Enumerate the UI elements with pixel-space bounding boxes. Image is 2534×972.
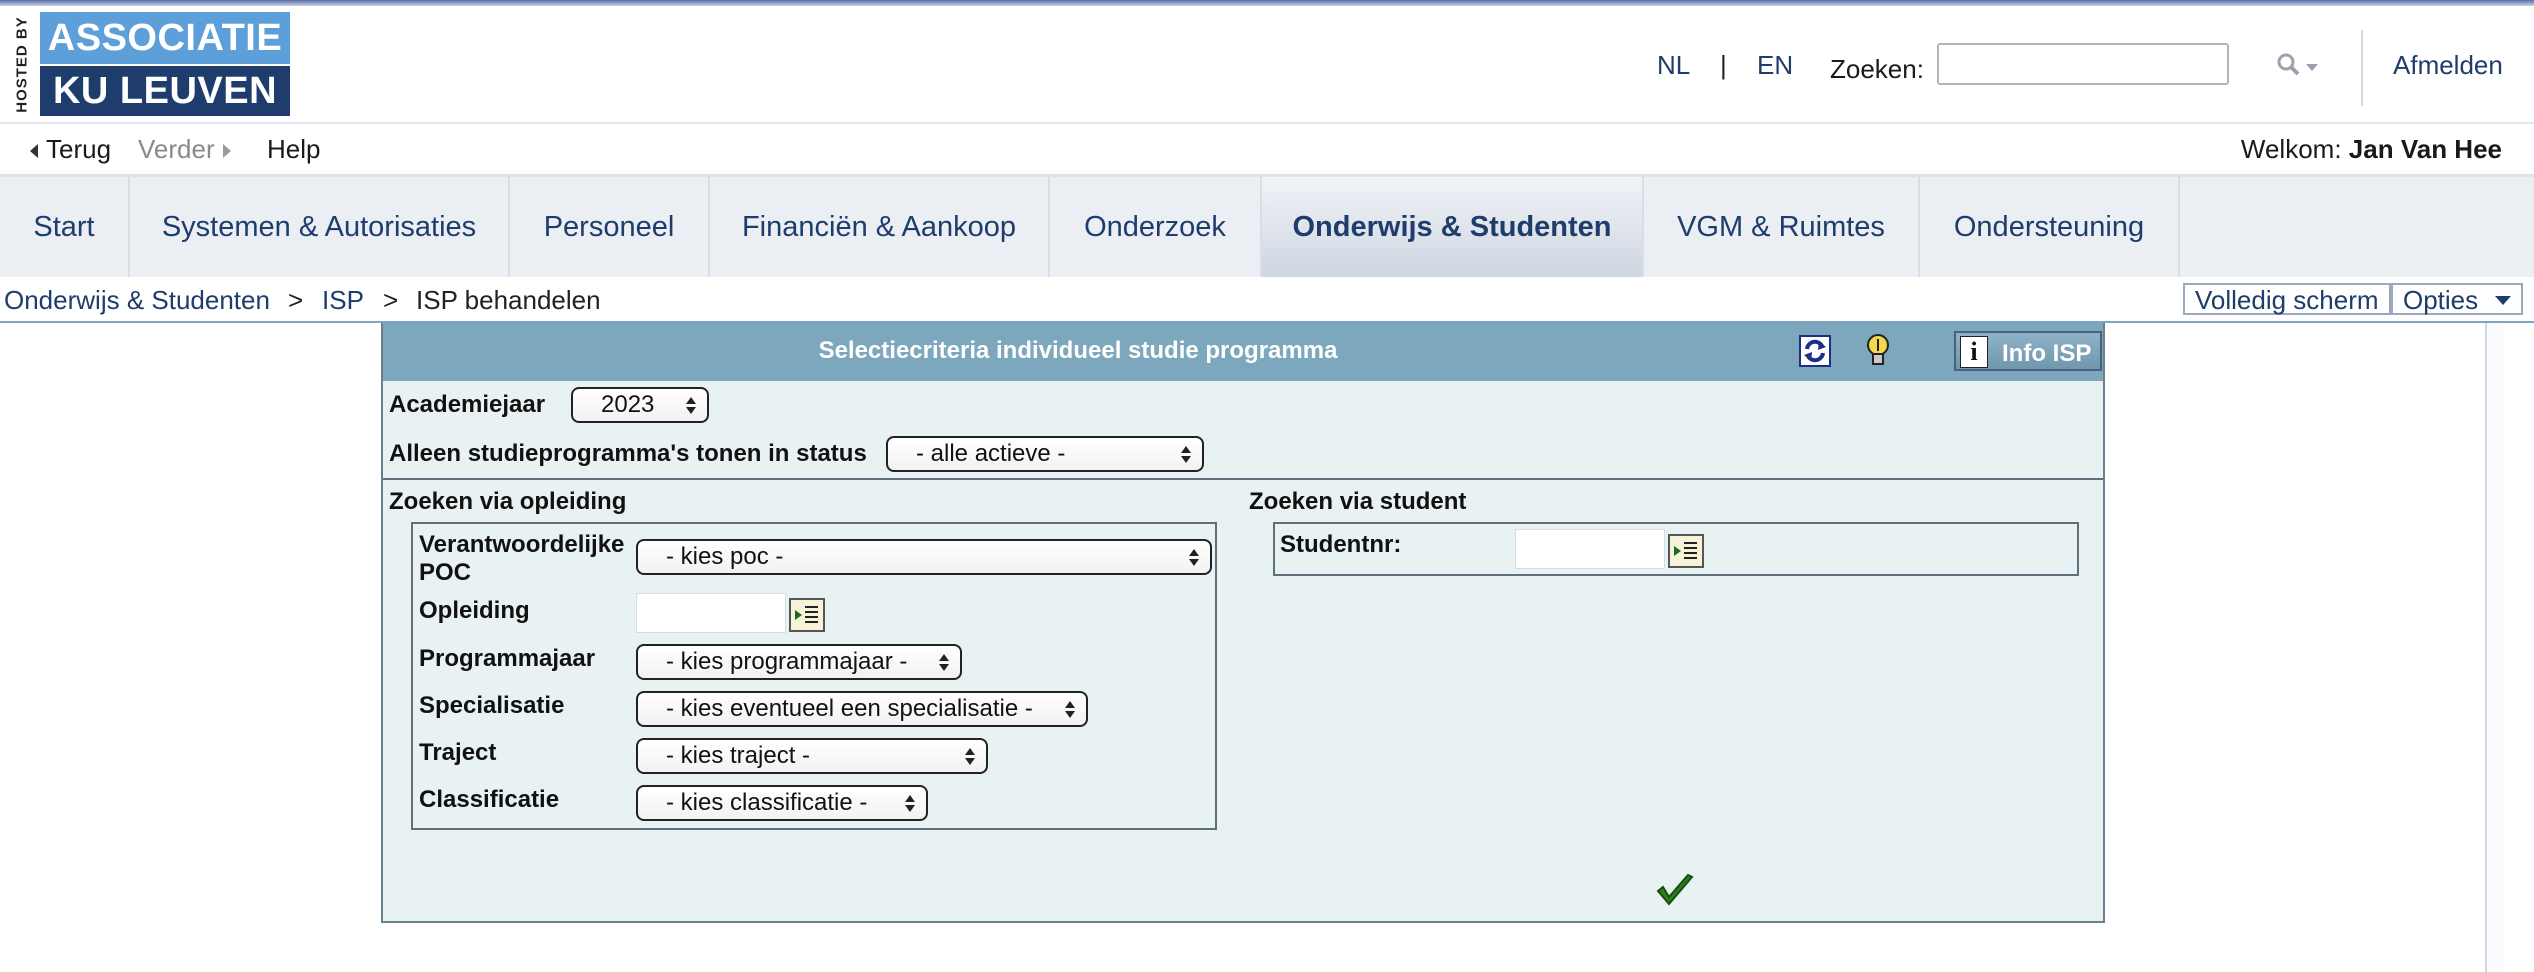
panel-header: Selectiecriteria individueel studie prog… bbox=[383, 323, 2103, 381]
classificatie-select[interactable]: - kies classificatie - bbox=[636, 785, 928, 821]
opleiding-input[interactable] bbox=[636, 593, 786, 633]
programmajaar-select[interactable]: - kies programmajaar - bbox=[636, 644, 962, 680]
traject-value: - kies traject - bbox=[666, 742, 811, 769]
search-input[interactable] bbox=[1937, 43, 2229, 85]
lightbulb-icon[interactable] bbox=[1863, 331, 1893, 371]
tab-onderzoek[interactable]: Onderzoek bbox=[1050, 177, 1262, 277]
forward-label: Verder bbox=[138, 134, 215, 164]
studentnr-lookup-button[interactable] bbox=[1668, 534, 1704, 568]
lang-en-link[interactable]: EN bbox=[1757, 50, 1793, 81]
academiejaar-value: 2023 bbox=[601, 391, 655, 418]
studentnr-input[interactable] bbox=[1515, 529, 1665, 569]
page-header: HOSTED BY ASSOCIATIE KU LEUVEN NL | EN Z… bbox=[0, 6, 2534, 124]
academiejaar-label: Academiejaar bbox=[389, 391, 546, 418]
breadcrumb: Onderwijs & Studenten > ISP > ISP behand… bbox=[0, 277, 2534, 323]
refresh-icon[interactable] bbox=[1797, 333, 1833, 369]
breadcrumb-item-onderwijs[interactable]: Onderwijs & Studenten bbox=[4, 285, 270, 316]
breadcrumb-separator: > bbox=[383, 285, 399, 315]
tab-financien-aankoop[interactable]: Financiën & Aankoop bbox=[710, 177, 1050, 277]
traject-label: Traject bbox=[419, 739, 497, 766]
logout-link[interactable]: Afmelden bbox=[2393, 50, 2503, 81]
opleiding-lookup-button[interactable] bbox=[789, 598, 825, 632]
status-label: Alleen studieprogramma's tonen in status bbox=[389, 440, 867, 467]
checkmark-icon[interactable] bbox=[1655, 873, 1695, 909]
status-value: - alle actieve - bbox=[916, 440, 1066, 467]
poc-label-line-1: Verantwoordelijke bbox=[419, 531, 625, 558]
info-icon: i bbox=[1960, 336, 1988, 368]
options-label: Opties bbox=[2403, 285, 2479, 315]
hosted-by-text: HOSTED BY bbox=[13, 16, 31, 113]
poc-label: Verantwoordelijke POC bbox=[419, 531, 624, 587]
specialisatie-label: Specialisatie bbox=[419, 692, 565, 719]
academiejaar-select[interactable]: 2023 bbox=[571, 387, 709, 423]
poc-value: - kies poc - bbox=[666, 543, 784, 570]
tab-personeel[interactable]: Personeel bbox=[510, 177, 710, 277]
main-tabs: Start Systemen & Autorisaties Personeel … bbox=[0, 177, 2534, 277]
breadcrumb-item-isp[interactable]: ISP bbox=[322, 285, 364, 316]
tab-systemen-autorisaties[interactable]: Systemen & Autorisaties bbox=[130, 177, 510, 277]
student-section-title: Zoeken via student bbox=[1249, 488, 1467, 515]
select-arrows-icon bbox=[938, 648, 950, 676]
classificatie-value: - kies classificatie - bbox=[666, 789, 868, 816]
poc-select[interactable]: - kies poc - bbox=[636, 539, 1212, 575]
logo-line-1: ASSOCIATIE bbox=[40, 12, 290, 64]
forward-arrow-icon bbox=[222, 144, 231, 159]
select-arrows-icon bbox=[964, 742, 976, 770]
back-label: Terug bbox=[46, 134, 112, 164]
select-arrows-icon bbox=[1180, 440, 1192, 468]
fullscreen-button[interactable]: Volledig scherm bbox=[2183, 283, 2391, 315]
traject-select[interactable]: - kies traject - bbox=[636, 738, 988, 774]
tab-onderwijs-studenten[interactable]: Onderwijs & Studenten bbox=[1262, 177, 1644, 277]
tab-vgm-ruimtes[interactable]: VGM & Ruimtes bbox=[1644, 177, 1920, 277]
status-select[interactable]: - alle actieve - bbox=[886, 436, 1204, 472]
kuleuven-logo[interactable]: ASSOCIATIE KU LEUVEN bbox=[40, 12, 290, 116]
select-arrows-icon bbox=[1064, 695, 1076, 723]
lookup-list-icon bbox=[1674, 542, 1697, 559]
select-arrows-icon bbox=[904, 789, 916, 817]
logo-line-2: KU LEUVEN bbox=[40, 66, 290, 116]
lookup-list-icon bbox=[795, 606, 818, 623]
info-isp-button[interactable]: i Info ISP bbox=[1954, 331, 2102, 371]
back-button[interactable]: Terug bbox=[28, 134, 111, 165]
back-arrow-icon bbox=[30, 144, 38, 159]
lang-nl-link[interactable]: NL bbox=[1657, 50, 1690, 81]
tab-ondersteuning[interactable]: Ondersteuning bbox=[1920, 177, 2180, 277]
section-divider bbox=[383, 478, 2103, 480]
user-name: Jan Van Hee bbox=[2348, 134, 2502, 164]
breadcrumb-separator: > bbox=[288, 285, 304, 315]
vertical-scrollbar[interactable] bbox=[2485, 323, 2505, 972]
help-link[interactable]: Help bbox=[267, 134, 320, 165]
header-divider bbox=[2361, 30, 2363, 106]
classificatie-label: Classificatie bbox=[419, 786, 560, 813]
welcome-message: Welkom: Jan Van Hee bbox=[2241, 134, 2502, 165]
breadcrumb-item-current: ISP behandelen bbox=[416, 285, 601, 315]
search-icon[interactable] bbox=[2276, 52, 2318, 80]
forward-button[interactable]: Verder bbox=[138, 134, 233, 165]
studentnr-label: Studentnr: bbox=[1280, 531, 1402, 558]
poc-label-line-2: POC bbox=[419, 559, 472, 586]
history-bar: Terug Verder Help Welkom: Jan Van Hee bbox=[0, 124, 2534, 177]
select-arrows-icon bbox=[1188, 543, 1200, 571]
lang-separator: | bbox=[1720, 50, 1727, 80]
selection-panel: Selectiecriteria individueel studie prog… bbox=[381, 323, 2105, 923]
specialisatie-select[interactable]: - kies eventueel een specialisatie - bbox=[636, 691, 1088, 727]
options-button[interactable]: Opties bbox=[2391, 283, 2523, 315]
opleiding-label: Opleiding bbox=[419, 597, 530, 624]
chevron-down-icon bbox=[2495, 296, 2511, 305]
search-label: Zoeken: bbox=[1830, 54, 1924, 84]
tab-start[interactable]: Start bbox=[0, 177, 130, 277]
info-isp-label: Info ISP bbox=[2002, 340, 2092, 367]
opleiding-section-title: Zoeken via opleiding bbox=[389, 488, 627, 515]
programmajaar-value: - kies programmajaar - bbox=[666, 648, 908, 675]
select-arrows-icon bbox=[685, 391, 697, 419]
welcome-label: Welkom: bbox=[2240, 134, 2342, 164]
programmajaar-label: Programmajaar bbox=[419, 645, 596, 672]
hosted-by-label: HOSTED BY bbox=[10, 16, 32, 120]
specialisatie-value: - kies eventueel een specialisatie - bbox=[666, 695, 1033, 722]
panel-title: Selectiecriteria individueel studie prog… bbox=[818, 337, 1338, 364]
